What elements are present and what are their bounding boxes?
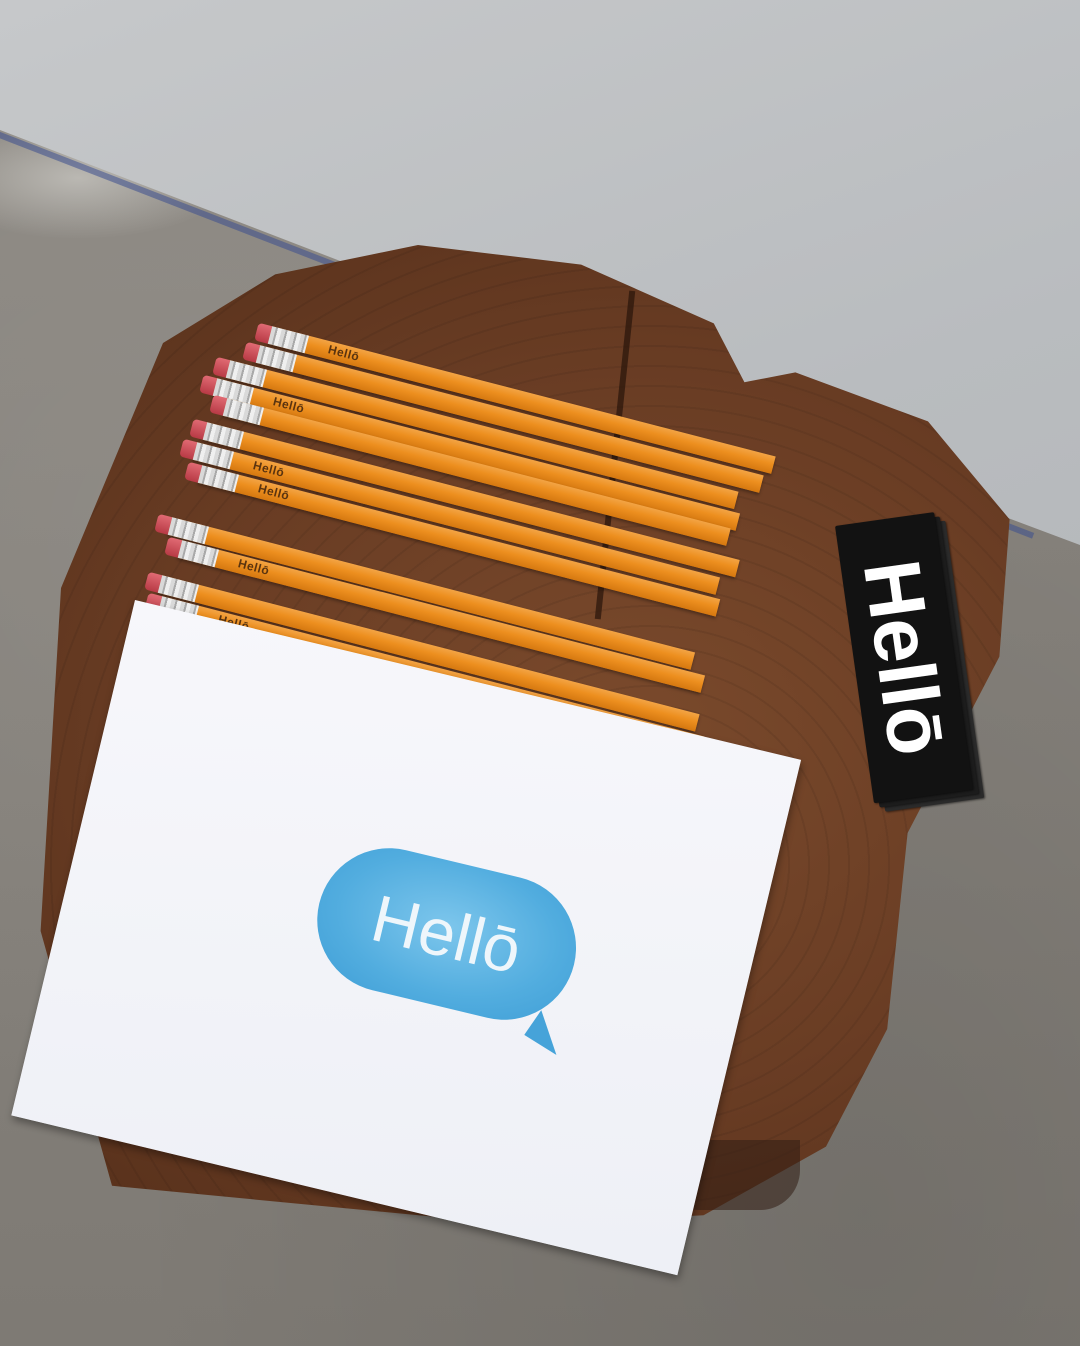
photo-scene: HellōHellōHellōHellōHellōHellō Hellō Hel…: [0, 0, 1080, 1346]
chat-bubble-icon: Hellō: [302, 833, 591, 1034]
card-logo-text: Hellō: [364, 880, 529, 988]
